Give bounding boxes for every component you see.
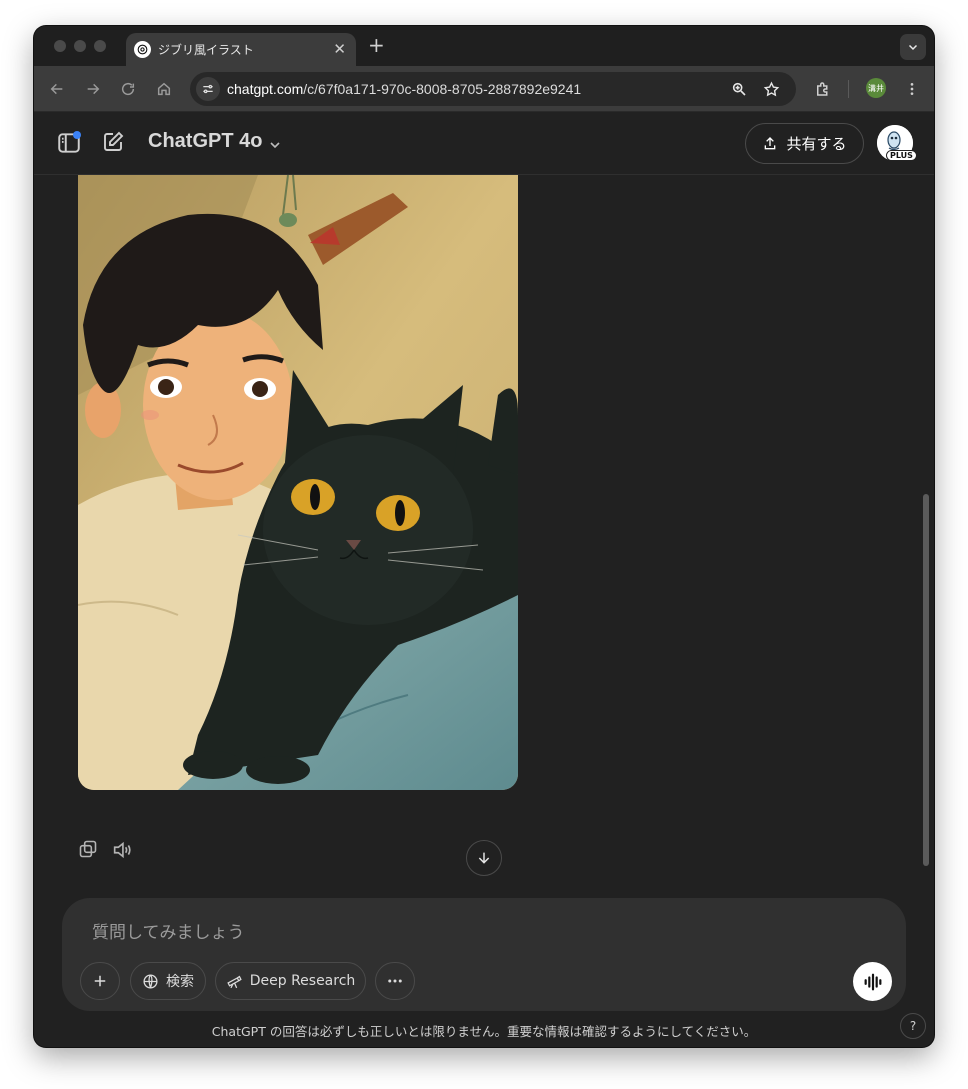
share-icon	[765, 136, 776, 149]
share-label: 共有する	[786, 135, 847, 153]
arrow-left-icon	[50, 83, 63, 95]
toolbar-divider	[848, 80, 849, 98]
generated-illustration[interactable]	[78, 175, 518, 790]
url-host: chatgpt.com	[227, 81, 304, 97]
help-button[interactable]: ?	[900, 1013, 926, 1039]
more-tools-button[interactable]	[375, 962, 415, 1000]
tab-close-icon[interactable]: ✕	[333, 40, 346, 58]
search-button[interactable]: 検索	[130, 962, 206, 1000]
extensions-icon[interactable]	[812, 78, 834, 100]
chevron-down-icon	[908, 44, 918, 51]
disclaimer-text: ChatGPT の回答は必ずしも正しいとは限りません。重要な情報は確認するように…	[211, 1024, 757, 1039]
tab-title: ジブリ風イラスト	[158, 43, 254, 57]
telescope-icon	[226, 975, 242, 988]
scroll-to-bottom-button[interactable]	[466, 840, 502, 876]
reload-button[interactable]	[117, 78, 139, 100]
conversation-area	[34, 175, 934, 897]
browser-menu-icon[interactable]	[901, 78, 923, 100]
site-info-icon[interactable]	[196, 77, 220, 101]
new-chat-icon[interactable]	[101, 130, 127, 156]
window-zoom-dot[interactable]	[94, 40, 106, 52]
message-composer[interactable]: 質問してみましょう 検索 Deep Research	[62, 898, 906, 1011]
tab-search-button[interactable]	[900, 34, 926, 60]
window-close-dot[interactable]	[54, 40, 66, 52]
profile-avatar[interactable]: 溝井	[866, 78, 886, 98]
bookmark-star-icon[interactable]	[762, 80, 780, 98]
url-text: chatgpt.com/c/67f0a171-970c-8008-8705-28…	[227, 81, 581, 97]
search-label: 検索	[166, 974, 194, 990]
forward-button[interactable]	[82, 78, 104, 100]
back-button[interactable]	[46, 78, 68, 100]
home-icon	[157, 82, 171, 96]
openai-favicon-icon	[134, 41, 151, 58]
browser-toolbar: chatgpt.com/c/67f0a171-970c-8008-8705-28…	[34, 66, 934, 112]
url-path: /c/67f0a171-970c-8008-8705-2887892e9241	[303, 81, 582, 97]
attach-button[interactable]	[80, 962, 120, 1000]
notification-dot	[73, 131, 81, 139]
browser-tab[interactable]: ジブリ風イラスト ✕	[126, 33, 356, 66]
arrow-right-icon	[87, 83, 100, 95]
share-button[interactable]: 共有する	[745, 123, 864, 164]
deep-research-button[interactable]: Deep Research	[215, 962, 366, 1000]
plus-badge: PLUS	[886, 150, 917, 161]
browser-window: ジブリ風イラスト ✕ + chatgpt.com/c/67f0a171-970c…	[34, 26, 934, 1047]
deep-research-label: Deep Research	[249, 973, 356, 989]
model-selector[interactable]: ChatGPT 4o	[148, 130, 262, 153]
window-minimize-dot[interactable]	[74, 40, 86, 52]
home-button[interactable]	[153, 78, 175, 100]
prompt-input[interactable]: 質問してみましょう	[92, 918, 245, 943]
app-header: ChatGPT 4o 共有する PLUS	[34, 113, 934, 175]
speaker-icon[interactable]	[111, 839, 133, 861]
chevron-down-icon[interactable]	[267, 137, 283, 153]
copy-icon[interactable]	[78, 839, 100, 861]
address-bar[interactable]: chatgpt.com/c/67f0a171-970c-8008-8705-28…	[190, 72, 796, 106]
globe-icon	[143, 973, 158, 989]
new-tab-button[interactable]: +	[368, 35, 385, 55]
zoom-icon[interactable]	[730, 80, 748, 98]
more-icon	[388, 979, 402, 983]
voice-wave-icon	[864, 973, 881, 990]
scrollbar-thumb[interactable]	[923, 494, 929, 866]
arrow-down-icon	[478, 852, 490, 864]
reload-icon	[121, 82, 135, 96]
plus-icon	[94, 975, 106, 987]
voice-mode-button[interactable]	[853, 962, 892, 1001]
tab-strip: ジブリ風イラスト ✕ +	[34, 26, 934, 66]
